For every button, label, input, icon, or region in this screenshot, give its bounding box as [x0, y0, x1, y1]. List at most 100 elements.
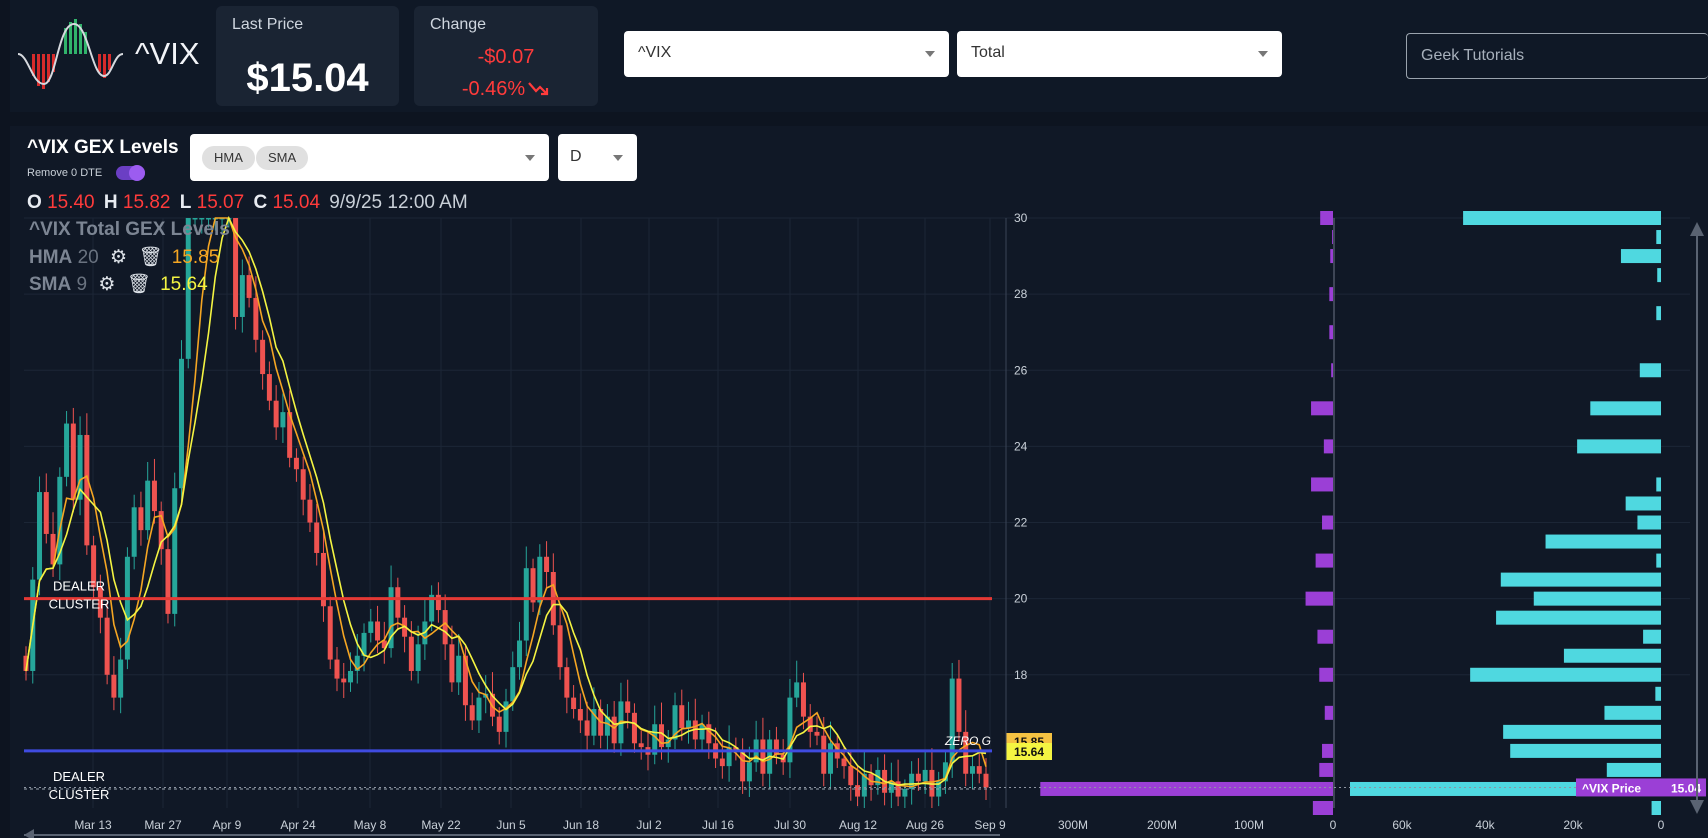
candle-body [118, 659, 124, 698]
gex-bar [1329, 287, 1333, 302]
candle-body [280, 412, 286, 428]
candle-body [800, 682, 806, 717]
trash-icon[interactable]: 🗑 [127, 274, 151, 295]
candle-body [124, 556, 130, 660]
candle-body [111, 674, 117, 698]
open-label: O [27, 192, 42, 213]
x-tick-label: Mar 27 [144, 818, 182, 832]
gex-bar [1320, 211, 1333, 225]
candle-body [300, 469, 306, 500]
gex-bar [1040, 781, 1333, 796]
oi-bar [1500, 572, 1661, 587]
candle-body [239, 275, 245, 317]
oi-bar [1503, 724, 1661, 739]
candle-body [334, 659, 340, 679]
gear-icon[interactable]: ⚙ [110, 247, 127, 268]
oi-bar [1657, 268, 1661, 283]
candle-body [915, 773, 921, 782]
gex-bar [1317, 629, 1333, 644]
candle-body [138, 507, 144, 531]
candle-body [178, 358, 184, 489]
candle-body [70, 423, 76, 500]
open-value: 15.40 [47, 192, 95, 213]
candle-body [510, 667, 516, 702]
gex-bar [1332, 230, 1333, 245]
bar-date: 9/9/25 12:00 AM [329, 192, 468, 213]
candle-body [456, 655, 462, 683]
oi-bar [1470, 667, 1661, 682]
oi-bar [1655, 686, 1661, 701]
candle-body [314, 522, 320, 553]
hma-legend: HMA 20 ⚙ 🗑 15.85 [29, 245, 219, 269]
gex-bar [1315, 553, 1333, 568]
gex-bar [1311, 401, 1333, 416]
price-badge-label: ^VIX Price [1582, 781, 1641, 795]
x-tick-label: 100M [1234, 818, 1264, 832]
candle-body [902, 788, 908, 797]
candle-body [131, 507, 137, 557]
candle-body [773, 739, 779, 755]
low-value: 15.07 [196, 192, 245, 213]
gex-bar [1312, 801, 1333, 815]
candle-body [855, 785, 861, 797]
level-label: CLUSTER [49, 787, 110, 802]
x-tick-label: Sep 9 [974, 818, 1006, 832]
candle-body [408, 636, 414, 671]
gex-bar [1330, 249, 1333, 264]
level-label: ZERO G [944, 734, 991, 748]
candle-body [172, 488, 178, 614]
gex-bar [1329, 325, 1333, 340]
x-tick-label: Aug 12 [839, 818, 877, 832]
gex-bar [1311, 477, 1333, 492]
sma-legend: SMA 9 ⚙ 🗑 15.64 [29, 272, 208, 296]
candle-body [449, 644, 455, 683]
candle-body [983, 773, 989, 788]
x-tick-label: 60k [1392, 818, 1412, 832]
gex-bar [1323, 439, 1333, 454]
candle-body [679, 705, 685, 729]
candle-body [253, 297, 259, 340]
candle-body [523, 568, 529, 641]
candle-body [246, 275, 252, 298]
gear-icon[interactable]: ⚙ [98, 274, 115, 295]
candle-body [746, 762, 752, 782]
gex-chart[interactable]: Mar 13 Mar 27 Apr 9 Apr 24 May 8 May 22 Jun 5 J… [0, 0, 1708, 838]
x-tick-label: 20k [1563, 818, 1583, 832]
oi-bar [1643, 629, 1661, 644]
x-tick-label: Jun 5 [496, 818, 526, 832]
series-legend: ^VIX Total GEX Levels [29, 219, 230, 240]
x-tick-label: 40k [1475, 818, 1495, 832]
gex-bar [1322, 743, 1333, 758]
candle-body [719, 758, 725, 767]
y-tick-label: 24 [1014, 439, 1028, 453]
oi-bar [1545, 534, 1661, 549]
gex-bar [1319, 667, 1333, 682]
y-tick-label: 26 [1014, 363, 1028, 377]
candle-body [84, 434, 90, 546]
candle-body [841, 758, 847, 767]
candle-body [64, 423, 70, 477]
oi-bar [1651, 801, 1661, 815]
candle-body [104, 617, 110, 675]
candle-body [307, 499, 313, 523]
gex-bar [1305, 591, 1333, 606]
candle-body [706, 724, 712, 744]
level-label: DEALER [53, 769, 105, 784]
close-label: C [253, 192, 268, 213]
candle-body [760, 739, 766, 774]
gex-bar [1322, 515, 1333, 530]
candle-body [395, 587, 401, 618]
y-tick-label: 20 [1014, 592, 1028, 606]
oi-bar [1577, 439, 1661, 454]
candle-body [787, 697, 793, 763]
x-tick-label: Jul 30 [774, 818, 806, 832]
candle-body [165, 549, 171, 614]
candle-body [260, 339, 266, 375]
candle-body [577, 709, 583, 721]
candle-body [266, 374, 272, 401]
trash-icon[interactable]: 🗑 [138, 247, 162, 268]
gex-bar [1331, 363, 1333, 378]
oi-bar [1606, 762, 1661, 777]
x-tick-label: May 8 [354, 818, 387, 832]
x-tick-label: 200M [1147, 818, 1177, 832]
